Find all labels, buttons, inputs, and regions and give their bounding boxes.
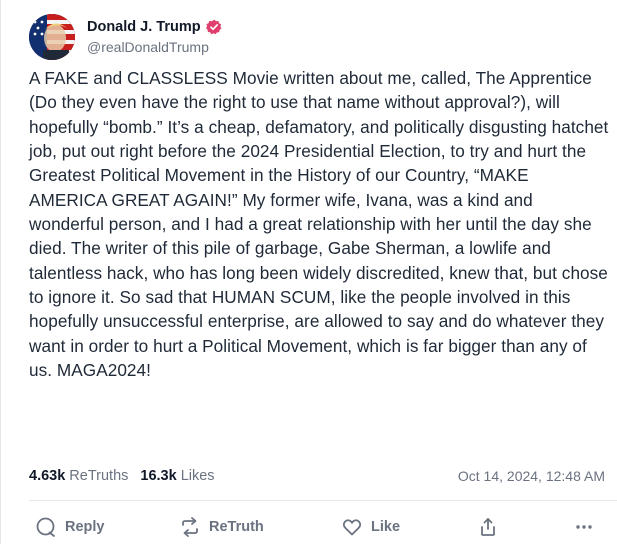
like-button[interactable]: Like (341, 516, 400, 538)
name-row: Donald J. Trump (87, 18, 222, 36)
actions-divider (29, 500, 617, 501)
post-actions-bar: Reply ReTruth Like (29, 512, 609, 544)
retruth-button[interactable]: ReTruth (179, 516, 264, 538)
post-body-text: A FAKE and CLASSLESS Movie written about… (29, 68, 609, 381)
reply-label: Reply (65, 519, 105, 535)
author-handle[interactable]: @realDonaldTrump (87, 38, 222, 56)
like-label: Like (371, 519, 401, 535)
heart-icon (341, 516, 363, 538)
reply-icon (35, 516, 57, 538)
retruth-icon (179, 516, 201, 538)
post-timestamp[interactable]: Oct 14, 2024, 12:48 AM (458, 468, 605, 484)
retruths-label[interactable]: ReTruths (69, 468, 128, 484)
author-display-name[interactable]: Donald J. Trump (87, 18, 201, 36)
retruths-count[interactable]: 4.63k (29, 468, 65, 484)
reply-button[interactable]: Reply (35, 516, 105, 538)
author-names: Donald J. Trump @realDonaldTrump (87, 18, 222, 56)
verified-badge-icon (205, 19, 222, 35)
post-stats: 4.63k ReTruths 16.3k Likes Oct 14, 2024,… (29, 466, 605, 486)
more-options-button[interactable] (573, 516, 595, 538)
post-header: Donald J. Trump @realDonaldTrump (29, 14, 222, 60)
share-icon (477, 516, 499, 538)
likes-label[interactable]: Likes (181, 468, 215, 484)
avatar[interactable] (29, 14, 75, 60)
avatar-image (29, 14, 75, 60)
truth-post-card: Donald J. Trump @realDonaldTrump A FAKE … (0, 0, 617, 544)
ellipsis-icon (573, 516, 595, 538)
share-button[interactable] (477, 516, 499, 538)
likes-count[interactable]: 16.3k (140, 468, 176, 484)
retruth-label: ReTruth (209, 519, 264, 535)
